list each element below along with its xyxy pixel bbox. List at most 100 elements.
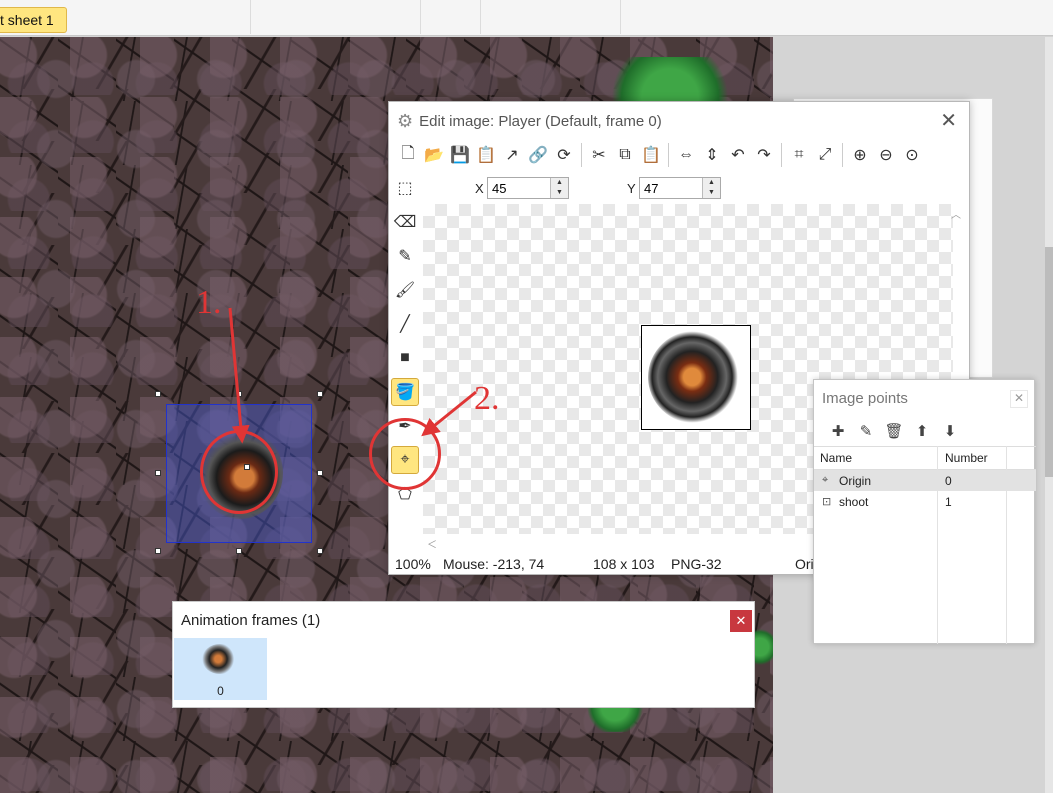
image-points-table: Name Number ⌖ Origin 0 ⊡ shoot 1: [814, 446, 1036, 512]
scroll-left-icon[interactable]: ＜: [427, 536, 437, 551]
pencil-icon[interactable]: ✎: [391, 242, 419, 270]
new-file-icon[interactable]: 🗋: [395, 142, 421, 168]
window-title: Edit image: Player (Default, frame 0): [419, 112, 662, 130]
zoom-level: 100%: [395, 556, 431, 572]
annotation-number-2: 2.: [474, 380, 500, 417]
resize-handle[interactable]: [155, 548, 161, 554]
column-divider: [1006, 446, 1007, 644]
x-input[interactable]: [488, 178, 548, 198]
animation-frames-panel: Animation frames (1) ✕ 0: [172, 601, 755, 708]
tab-divider: [250, 0, 251, 34]
link-icon[interactable]: 🔗: [525, 142, 551, 168]
toolbar-separator: [668, 143, 669, 167]
spin-arrows-icon[interactable]: ▲ ▼: [550, 178, 568, 198]
move-up-icon[interactable]: ⬆: [908, 420, 936, 442]
y-label: Y: [627, 181, 636, 196]
scroll-up-icon[interactable]: ︿: [951, 206, 961, 221]
tab-strip: t sheet 1: [0, 0, 1053, 36]
copy-icon[interactable]: ⧉: [612, 142, 638, 168]
status-extra: Ori: [795, 556, 814, 572]
image-format: PNG-32: [671, 556, 722, 572]
cut-icon[interactable]: ✂: [586, 142, 612, 168]
frame-thumbnail: [202, 644, 238, 674]
animation-frames-title: Animation frames (1): [181, 612, 321, 629]
vertical-scrollbar[interactable]: [1045, 37, 1053, 793]
mouse-position: Mouse: -213, 74: [443, 556, 545, 572]
zoom-out-icon[interactable]: ⊖: [873, 142, 899, 168]
table-row[interactable]: ⊡ shoot 1: [814, 491, 1036, 512]
resize-handle[interactable]: [236, 548, 242, 554]
player-sprite-image: [648, 330, 746, 424]
close-icon[interactable]: ✕: [730, 610, 752, 632]
rectangle-select-icon[interactable]: ⬚: [391, 174, 419, 202]
image-points-toolbar: ✚ ✎ 🗑 ⬆ ⬇: [824, 420, 964, 442]
crosshair-icon: ⌖: [822, 474, 829, 486]
move-down-icon[interactable]: ⬇: [936, 420, 964, 442]
tab-divider: [620, 0, 621, 34]
add-icon[interactable]: ✚: [824, 420, 852, 442]
resize-handle[interactable]: [155, 470, 161, 476]
point-number: 0: [945, 474, 952, 488]
resize-handle[interactable]: [155, 391, 161, 397]
rectangle-icon[interactable]: ■: [391, 344, 419, 372]
paste-disabled-icon[interactable]: 📋: [638, 142, 664, 168]
toolbar-separator: [581, 143, 582, 167]
image-points-panel: Image points ✕ ✚ ✎ 🗑 ⬆ ⬇ Name Number ⌖ O…: [813, 379, 1036, 644]
gear-icon: ⚙: [397, 110, 414, 131]
brush-icon[interactable]: 🖌: [391, 276, 419, 304]
resize-handle[interactable]: [236, 391, 242, 397]
image-frame: [641, 325, 751, 430]
frame-index-label: 0: [217, 684, 224, 698]
paste-icon[interactable]: 📋: [473, 142, 499, 168]
resize-icon[interactable]: ⤢: [812, 142, 838, 168]
trash-icon[interactable]: 🗑: [880, 420, 908, 442]
image-size: 108 x 103: [593, 556, 655, 572]
tab-divider: [480, 0, 481, 34]
point-name: shoot: [839, 495, 869, 509]
point-icon: ⊡: [822, 496, 832, 508]
column-divider: [937, 446, 938, 644]
annotation-circle: [200, 430, 278, 514]
number-column-header: Number: [945, 451, 988, 465]
export-icon[interactable]: ↗: [499, 142, 525, 168]
eraser-icon[interactable]: ⌫: [391, 208, 419, 236]
open-folder-icon[interactable]: 📂: [421, 142, 447, 168]
rotate-left-icon[interactable]: ↶: [725, 142, 751, 168]
crop-icon[interactable]: ⌗: [786, 142, 812, 168]
table-row[interactable]: ⌖ Origin 0: [814, 470, 1036, 491]
point-name: Origin: [839, 474, 872, 488]
image-editor-toolbar: 🗋 📂 💾 📋 ↗ 🔗 ⟳ ✂ ⧉ 📋 ⇔ ⇕ ↶ ↷ ⌗ ⤢ ⊕ ⊖ ⊙: [395, 140, 925, 170]
zoom-in-icon[interactable]: ⊕: [847, 142, 873, 168]
refresh-icon[interactable]: ⟳: [551, 142, 577, 168]
y-spinbox[interactable]: ▲▼: [639, 177, 721, 199]
tab-event-sheet-1[interactable]: t sheet 1: [0, 7, 67, 33]
spin-arrows-icon[interactable]: ▲ ▼: [702, 178, 720, 198]
resize-handle[interactable]: [317, 391, 323, 397]
resize-handle[interactable]: [317, 548, 323, 554]
image-points-title: Image points: [822, 390, 908, 407]
y-input[interactable]: [640, 178, 700, 198]
flip-horizontal-icon[interactable]: ⇔: [673, 142, 699, 168]
annotation-number-1: 1.: [196, 284, 222, 321]
resize-handle[interactable]: [317, 470, 323, 476]
animation-frame-item[interactable]: 0: [174, 638, 267, 700]
annotation-circle: [369, 418, 441, 490]
line-icon[interactable]: ╱: [391, 310, 419, 338]
save-icon[interactable]: 💾: [447, 142, 473, 168]
close-icon[interactable]: ✕: [940, 108, 957, 133]
close-icon[interactable]: ✕: [1010, 390, 1028, 408]
name-column-header: Name: [820, 451, 853, 465]
tab-divider: [420, 0, 421, 34]
x-spinbox[interactable]: ▲▼: [487, 177, 569, 199]
fill-bucket-icon[interactable]: 🪣: [391, 378, 419, 406]
rotate-right-icon[interactable]: ↷: [751, 142, 777, 168]
toolbar-separator: [842, 143, 843, 167]
flip-vertical-icon[interactable]: ⇕: [699, 142, 725, 168]
scrollbar-thumb[interactable]: [1045, 247, 1053, 477]
x-label: X: [475, 181, 484, 196]
edit-pencil-icon[interactable]: ✎: [852, 420, 880, 442]
table-header: Name Number: [814, 446, 1036, 470]
coordinates-bar: X ▲▼ Y ▲▼: [395, 175, 955, 201]
window-title-bar: ⚙ Edit image: Player (Default, frame 0): [397, 110, 662, 132]
zoom-reset-icon[interactable]: ⊙: [899, 142, 925, 168]
